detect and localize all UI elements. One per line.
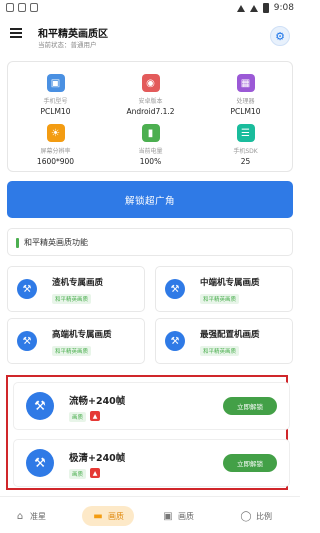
bottom-nav: ⌂ 准星 ▬ 画质 ▣ 画质 ◯ 比例 (0, 496, 300, 533)
quality-card-low-end[interactable]: ⚒ 渣机专属画质 和平精英画质 (7, 266, 145, 312)
android-icon: ◉ (141, 74, 160, 92)
fire-icon: ▲ (90, 468, 100, 478)
page-title: 和平精英画质区 (38, 29, 108, 40)
nav-label: 画质 (178, 511, 194, 521)
wrench-icon: ⚒ (17, 279, 37, 299)
nav-item-ratio[interactable]: ◯ 比例 (240, 506, 272, 526)
quality-card-title: 最强配置机画质 (200, 330, 260, 340)
section-accent-bar (16, 238, 19, 248)
user-status: 当前状态：普通用户 (38, 41, 97, 49)
image-icon: ▣ (163, 510, 173, 522)
info-label: 手机型号 (43, 98, 68, 105)
wrench-icon[interactable]: ⚙ (270, 26, 290, 46)
status-time: 9:08 (273, 3, 294, 13)
system-indicators: 9:08 (236, 3, 294, 13)
wifi-icon (236, 4, 245, 12)
quality-card-title: 中端机专属画质 (200, 278, 260, 288)
section-title: 和平精英画质功能 (24, 238, 88, 247)
premium-item-smooth-240: ⚒ 流畅+240帧 画质 ▲ 立即解锁 (13, 382, 290, 430)
quality-icon: ▬ (93, 510, 103, 522)
quality-card-mid-end[interactable]: ⚒ 中端机专属画质 和平精英画质 (155, 266, 293, 312)
notification-icon (18, 3, 26, 12)
wrench-icon: ⚒ (26, 392, 54, 420)
wrench-icon: ⚒ (17, 331, 37, 351)
status-bar: 9:08 (0, 0, 300, 18)
fire-icon: ▲ (90, 411, 100, 421)
premium-badge: 画质 (69, 469, 87, 479)
quality-card-title: 渣机专属画质 (52, 278, 104, 288)
ratio-icon: ◯ (240, 510, 252, 522)
highlight-box: ⚒ 流畅+240帧 画质 ▲ 立即解锁 ⚒ 极清+240帧 画质 ▲ 立即解锁 (6, 375, 290, 490)
info-phone-model: ▣ 手机型号 PCLM10 (8, 74, 103, 116)
unlock-now-button[interactable]: 立即解锁 (223, 454, 277, 472)
nav-label: 准星 (30, 511, 46, 521)
info-label: 手机SDK (233, 148, 258, 155)
signal-icon (249, 4, 258, 12)
info-label: 处理器 (236, 98, 255, 105)
info-battery: ▮ 当前电量 100% (103, 124, 198, 166)
premium-item-ultra-240: ⚒ 极清+240帧 画质 ▲ 立即解锁 (13, 439, 290, 487)
info-value: 100% (139, 157, 162, 166)
info-resolution: ☀ 屏幕分辨率 1600*900 (8, 124, 103, 166)
info-label: 安卓版本 (138, 98, 163, 105)
quality-card-badge: 和平精英画质 (52, 294, 92, 304)
nav-item-quality[interactable]: ▬ 画质 (82, 506, 134, 526)
premium-title: 极清+240帧 (69, 453, 126, 464)
info-value: PCLM10 (40, 107, 71, 116)
screen-icon: ☀ (46, 124, 65, 142)
info-value: 1600*900 (36, 157, 75, 166)
info-value: PCLM10 (230, 107, 261, 116)
premium-badge: 画质 (69, 412, 87, 422)
notification-icon (6, 3, 14, 12)
wrench-icon: ⚒ (26, 449, 54, 477)
info-sdk: ☰ 手机SDK 25 (198, 124, 293, 166)
section-header: 和平精英画质功能 (7, 228, 293, 256)
home-icon: ⌂ (16, 510, 24, 522)
battery-icon: ▮ (141, 124, 160, 142)
app-bar: 和平精英画质区 当前状态：普通用户 ⚙ (0, 18, 300, 54)
info-processor: ▦ 处理器 PCLM10 (198, 74, 293, 116)
nav-label: 画质 (108, 511, 124, 521)
unlock-wide-angle-button[interactable]: 解锁超广角 (7, 181, 293, 218)
phone-icon: ▣ (46, 74, 65, 92)
nav-label: 比例 (256, 511, 272, 521)
wrench-icon: ⚒ (165, 279, 185, 299)
quality-card-max-config[interactable]: ⚒ 最强配置机画质 和平精英画质 (155, 318, 293, 364)
notification-icon (30, 3, 38, 12)
unlock-now-button[interactable]: 立即解锁 (223, 397, 277, 415)
info-value: Android7.1.2 (126, 107, 175, 116)
quality-card-high-end[interactable]: ⚒ 高端机专属画质 和平精英画质 (7, 318, 145, 364)
nav-item-image[interactable]: ▣ 画质 (162, 506, 194, 526)
cpu-icon: ▦ (236, 74, 255, 92)
info-label: 当前电量 (138, 148, 163, 155)
sdk-icon: ☰ (236, 124, 255, 142)
quality-card-badge: 和平精英画质 (200, 294, 240, 304)
premium-title: 流畅+240帧 (69, 396, 126, 407)
notification-icons (6, 3, 38, 12)
battery-icon (262, 3, 269, 13)
info-label: 屏幕分辨率 (40, 148, 71, 155)
device-info-card: ▣ 手机型号 PCLM10 ◉ 安卓版本 Android7.1.2 ▦ 处理器 … (7, 61, 293, 172)
wrench-icon: ⚒ (165, 331, 185, 351)
nav-item-crosshair[interactable]: ⌂ 准星 (14, 506, 46, 526)
info-android-version: ◉ 安卓版本 Android7.1.2 (103, 74, 198, 116)
info-value: 25 (240, 157, 251, 166)
quality-card-badge: 和平精英画质 (52, 346, 92, 356)
quality-card-title: 高端机专属画质 (52, 330, 112, 340)
quality-card-badge: 和平精英画质 (200, 346, 240, 356)
menu-icon[interactable] (10, 28, 22, 38)
